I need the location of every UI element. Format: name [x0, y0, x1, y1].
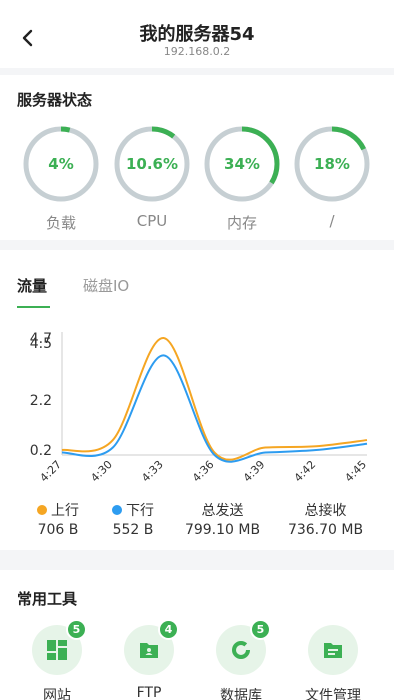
file-manager-icon	[324, 643, 342, 658]
website-grid-icon	[47, 640, 67, 660]
y-tick-label: 0.2	[30, 443, 52, 459]
gauge-label: /	[329, 212, 335, 230]
legend-label: 总发送	[201, 503, 244, 519]
traffic-card: 流量 磁盘IO 0.2 2.2 4.5 4.7 4:27 4:30 4:33 4:36 4:39…	[0, 250, 394, 550]
legend-download: 下行 552 B	[103, 500, 163, 538]
legend-label: 上行	[51, 503, 79, 519]
database-ring-icon	[232, 641, 250, 659]
tools-section-title: 常用工具	[17, 590, 78, 608]
legend-value: 552 B	[112, 522, 154, 538]
gauge-value: 18%	[314, 155, 350, 173]
gauge-label: CPU	[136, 212, 168, 230]
legend-label: 总接收	[304, 503, 347, 519]
tool-label: FTP	[136, 685, 162, 700]
x-tick-label: 4:30	[88, 458, 115, 485]
y-tick-label: 2.2	[30, 393, 52, 409]
gauge-load[interactable]: 4%	[22, 125, 100, 203]
status-section-title: 服务器状态	[17, 91, 93, 109]
y-tick-label: 4.7	[30, 331, 52, 347]
gauge-label: 内存	[226, 214, 257, 232]
x-tick-label: 4:36	[190, 458, 217, 485]
active-tab-indicator	[17, 306, 50, 308]
legend-value: 706 B	[37, 522, 79, 538]
tab-disk-io[interactable]: 磁盘IO	[83, 275, 129, 296]
gauge-value: 34%	[224, 155, 260, 173]
legend-total-received: 总接收 736.70 MB	[278, 500, 373, 538]
gauge-value: 4%	[48, 155, 74, 173]
tool-label: 网站	[43, 688, 71, 700]
traffic-legend: 上行 706 B 下行 552 B 总发送 799.10 MB 总接收 736.…	[0, 500, 394, 540]
tool-label: 数据库	[220, 688, 262, 700]
count-badge: 4	[158, 619, 179, 640]
legend-label: 下行	[126, 503, 154, 519]
gauge-memory[interactable]: 34%	[203, 125, 281, 203]
x-tick-label: 4:45	[342, 458, 369, 485]
top-bar: 我的服务器54 192.168.0.2	[0, 0, 394, 68]
server-ip: 192.168.0.2	[163, 45, 231, 58]
count-badge: 5	[66, 619, 87, 640]
gauge-value: 10.6%	[125, 155, 179, 173]
x-tick-label: 4:33	[139, 458, 166, 485]
count-badge: 5	[250, 619, 271, 640]
ftp-folder-icon	[140, 643, 158, 658]
tab-traffic[interactable]: 流量	[17, 275, 47, 296]
legend-value: 736.70 MB	[287, 522, 364, 538]
legend-value: 799.10 MB	[184, 522, 261, 538]
series-line	[61, 337, 368, 461]
gauge-cpu[interactable]: 10.6%	[113, 125, 191, 203]
gauge-disk[interactable]: 18%	[293, 125, 371, 203]
server-status-card: 服务器状态 4% 负载 10.6% CPU 34% 内存 18% /	[0, 75, 394, 240]
traffic-line-chart: 0.22.24.54.74:27 4:30 4:33 4:36 4:39 4:42 4:45	[30, 331, 369, 485]
legend-upload: 上行 706 B	[28, 500, 88, 538]
page-title: 我的服务器54	[139, 24, 255, 45]
x-tick-label: 4:39	[241, 458, 268, 485]
blue-dot-icon	[112, 505, 122, 515]
gauge-label: 负载	[45, 214, 76, 232]
common-tools-card: 常用工具 5 网站 4 FTP 5 数据库 文件管理	[0, 570, 394, 700]
legend-total-sent: 总发送 799.10 MB	[175, 500, 270, 538]
x-tick-label: 4:27	[37, 458, 64, 485]
tool-label: 文件管理	[305, 688, 361, 700]
x-tick-label: 4:42	[292, 458, 319, 485]
orange-dot-icon	[37, 505, 47, 515]
